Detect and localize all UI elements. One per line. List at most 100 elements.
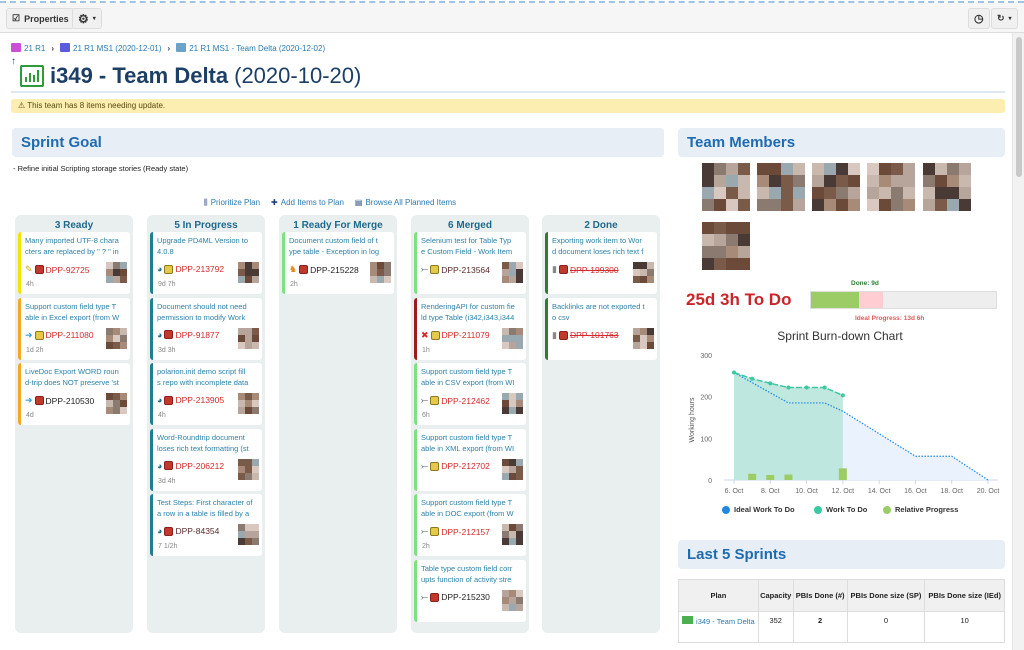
breadcrumb-item[interactable]: 21 R1 MS1 - Team Delta (2020-12-02) xyxy=(176,43,325,53)
history-button[interactable]: ◷ xyxy=(968,8,990,29)
avatar-pixel xyxy=(252,459,259,466)
scrollbar-thumb[interactable] xyxy=(1016,37,1022,177)
card-title[interactable]: Table type custom field corr upts functio… xyxy=(421,563,522,585)
plan-actions: ⫼ Prioritize Plan ✚ Add Items to Plan ▤ Brows… xyxy=(204,198,456,208)
legend-item[interactable]: Work To Do xyxy=(814,505,867,514)
legend-item[interactable]: Ideal Work To Do xyxy=(722,505,795,514)
work-item-card[interactable]: Table type custom field corr upts functio… xyxy=(414,560,526,622)
card-title[interactable]: Backlinks are not exported to csv xyxy=(552,301,653,323)
work-item-card[interactable]: LiveDoc Export WORD roun d-trip does NOT … xyxy=(18,363,130,425)
card-title[interactable]: Test Steps: First character of a row in a… xyxy=(157,497,258,519)
work-item-id[interactable]: DPP-213905 xyxy=(175,395,224,405)
action-link[interactable]: ✚ Add Items to Plan xyxy=(271,198,344,208)
avatar-pixel xyxy=(245,269,252,276)
refresh-button[interactable]: ↻ ▾ xyxy=(991,8,1018,29)
work-item-card[interactable]: Test Steps: First character of a row in a… xyxy=(150,494,262,556)
legend-item[interactable]: Relative Progress xyxy=(883,505,958,514)
work-item-card[interactable]: Document should not need permission to mo… xyxy=(150,298,262,360)
card-title-line: s repo with incomplete data xyxy=(157,377,258,388)
warning-banner: ⚠ This team has 8 items needing update. xyxy=(11,99,1005,113)
avatar-pixel xyxy=(516,407,523,414)
card-id-row: ◕ DPP-213905 xyxy=(157,395,224,405)
avatar-pixel xyxy=(120,328,127,335)
card-title[interactable]: Upgrade PD4ML Version to 4.0.8 xyxy=(157,235,258,257)
card-title[interactable]: Document should not need permission to mo… xyxy=(157,301,258,323)
plan-icon xyxy=(176,43,186,52)
scrollbar[interactable] xyxy=(1012,33,1024,650)
avatar-pixel xyxy=(245,400,252,407)
work-item-card[interactable]: Document custom field of t ype table - Ex… xyxy=(282,232,394,294)
avatar-pixel xyxy=(502,276,509,283)
yellow-badge xyxy=(35,331,44,340)
work-item-id[interactable]: DPP-215228 xyxy=(310,265,359,275)
work-item-card[interactable]: Support custom field type Table in Excel… xyxy=(18,298,130,360)
avatar xyxy=(702,222,750,270)
card-title[interactable]: Support custom field type Table in XML e… xyxy=(421,432,522,454)
work-point xyxy=(768,381,772,385)
work-item-id[interactable]: DPP-212157 xyxy=(441,527,490,537)
avatar-pixel xyxy=(714,187,726,199)
work-item-card[interactable]: Many imported UTF-8 chara cters are repla… xyxy=(18,232,130,294)
settings-menu-button[interactable]: ⚙ ▾ xyxy=(72,8,102,29)
work-item-card[interactable]: Backlinks are not exported to csv ▮ DPP-10… xyxy=(545,298,657,360)
card-title[interactable]: Document custom field of t ype table - Ex… xyxy=(289,235,390,257)
work-item-id[interactable]: DPP-92725 xyxy=(46,265,90,275)
work-item-id[interactable]: DPP-210530 xyxy=(46,396,95,406)
card-title-line: Exporting work item to Wor xyxy=(552,235,653,246)
properties-button[interactable]: ☑ Properties xyxy=(6,8,75,29)
work-item-card[interactable]: Support custom field type T able in CSV e… xyxy=(414,363,526,425)
work-item-card[interactable]: Word-Roundtrip document loses rich text f… xyxy=(150,429,262,491)
action-link[interactable]: ▤ Browse All Planned Items xyxy=(355,198,456,208)
work-item-card[interactable]: RenderingAPI for custom fie ld type Table… xyxy=(414,298,526,360)
card-title[interactable]: Exporting work item to Wor d document los… xyxy=(552,235,653,257)
work-item-card[interactable]: Upgrade PD4ML Version to 4.0.8 ◕ DPP-213792… xyxy=(150,232,262,294)
avatar-pixel xyxy=(106,407,113,414)
card-title[interactable]: Support custom field type T able in CSV e… xyxy=(421,366,522,388)
work-item-id[interactable]: DPP-213792 xyxy=(175,264,224,274)
in-progress-icon: ◕ xyxy=(157,461,162,471)
work-item-card[interactable]: Support custom field type Table in XML e… xyxy=(414,429,526,491)
work-item-id[interactable]: DPP-211079 xyxy=(442,330,490,340)
work-item-id[interactable]: DPP-199300 xyxy=(570,265,619,275)
breadcrumb-item[interactable]: 21 R1 MS1 (2020-12-01) xyxy=(60,43,162,53)
red-badge xyxy=(35,396,44,405)
card-title[interactable]: LiveDoc Export WORD roun d-trip does NOT … xyxy=(25,366,126,388)
breadcrumb-item[interactable]: 21 R1 xyxy=(11,43,45,53)
card-title[interactable]: Selenium test for Table Typ e Custom Fiel… xyxy=(421,235,522,257)
work-item-id[interactable]: DPP-206212 xyxy=(175,461,224,471)
work-item-card[interactable]: Exporting work item to Wor d document los… xyxy=(545,232,657,294)
work-item-card[interactable]: Support custom field type T able in DOC e… xyxy=(414,494,526,556)
work-point xyxy=(841,393,845,397)
work-item-id[interactable]: DPP-213564 xyxy=(441,265,490,275)
card-title[interactable]: RenderingAPI for custom fie ld type Table… xyxy=(421,301,522,323)
work-item-card[interactable]: Selenium test for Table Typ e Custom Fiel… xyxy=(414,232,526,294)
card-id-row: ◕ DPP-91877 xyxy=(157,330,219,340)
avatar-pixel xyxy=(252,531,259,538)
avatar-pixel xyxy=(793,199,805,211)
action-link[interactable]: ⫼ Prioritize Plan xyxy=(204,198,260,208)
work-item-id[interactable]: DPP-212462 xyxy=(441,396,490,406)
up-arrow-icon[interactable]: ↑ xyxy=(11,56,16,67)
work-item-id[interactable]: DPP-84354 xyxy=(175,526,219,536)
avatar-pixel xyxy=(245,524,252,531)
work-item-id[interactable]: DPP-101763 xyxy=(570,330,619,340)
card-title[interactable]: polarion.init demo script fill s repo wit… xyxy=(157,366,258,388)
avatar-pixel xyxy=(959,199,971,211)
card-id-row: ◕ DPP-213792 xyxy=(157,264,224,274)
work-item-id[interactable]: DPP-211080 xyxy=(46,330,94,340)
action-label: Prioritize Plan xyxy=(211,198,260,208)
y-tick-label: 300 xyxy=(700,353,712,360)
card-title[interactable]: Support custom field type T able in DOC e… xyxy=(421,497,522,519)
plan-link[interactable]: i349 - Team Delta xyxy=(696,617,755,626)
avatar xyxy=(702,163,750,211)
avatar-pixel xyxy=(245,276,252,283)
avatar-pixel xyxy=(647,335,654,342)
work-item-card[interactable]: polarion.init demo script fill s repo wit… xyxy=(150,363,262,425)
card-title[interactable]: Many imported UTF-8 chara cters are repla… xyxy=(25,235,126,257)
work-item-id[interactable]: DPP-91877 xyxy=(175,330,219,340)
work-item-id[interactable]: DPP-212702 xyxy=(441,461,490,471)
card-title[interactable]: Support custom field type Table in Excel… xyxy=(25,301,126,323)
avatar xyxy=(106,393,127,414)
card-title[interactable]: Word-Roundtrip document loses rich text f… xyxy=(157,432,258,454)
work-item-id[interactable]: DPP-215230 xyxy=(441,592,490,602)
